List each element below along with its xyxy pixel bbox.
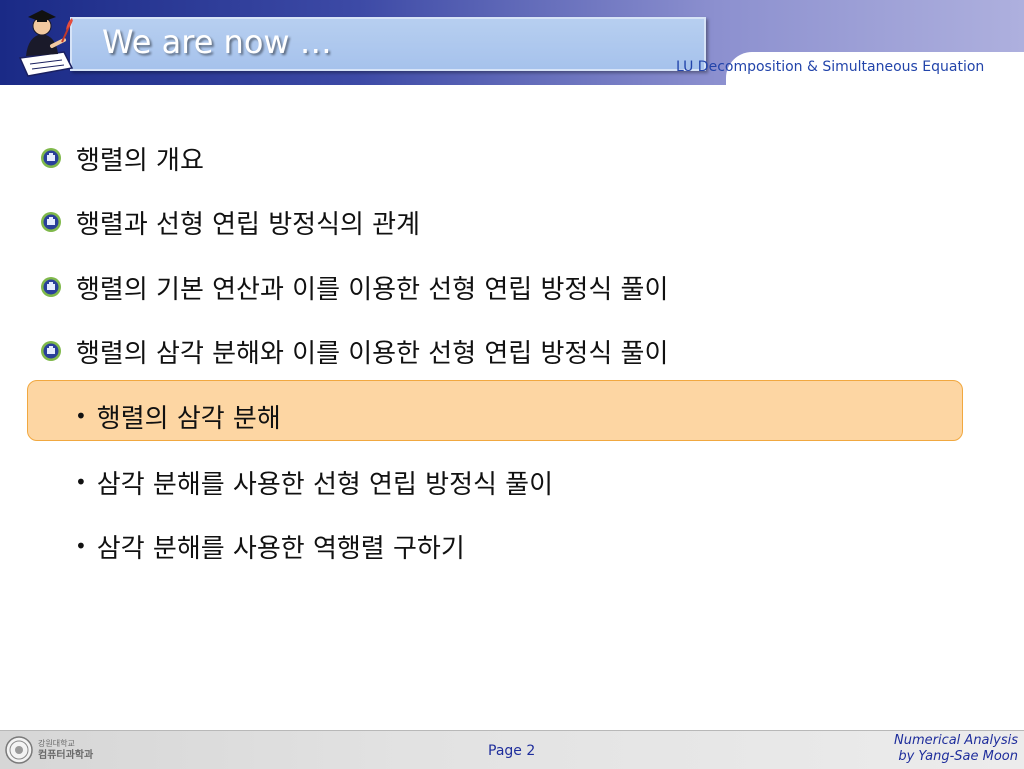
list-item: 행렬과 선형 연립 방정식의 관계 — [40, 202, 420, 242]
bullet-dot: • — [75, 470, 87, 494]
university-logo: 강원대학교 컴퓨터과학과 — [4, 733, 100, 766]
list-item-text: 행렬의 개요 — [76, 145, 204, 176]
course-credit: Numerical Analysis by Yang-Sae Moon — [894, 733, 1018, 765]
bullet-dot: • — [75, 404, 87, 428]
slide-title: We are now … — [102, 23, 332, 61]
list-item: 행렬의 삼각 분해와 이를 이용한 선형 연립 방정식 풀이 — [40, 331, 668, 371]
sub-list-item-text: 삼각 분해를 사용한 선형 연립 방정식 풀이 — [96, 469, 554, 500]
emblem-bullet-icon — [41, 341, 61, 361]
logo-text-university: 강원대학교 — [38, 738, 75, 748]
sub-list-item: • 삼각 분해를 사용한 역행렬 구하기 — [75, 526, 465, 566]
sub-list-item: • 삼각 분해를 사용한 선형 연립 방정식 풀이 — [75, 462, 553, 502]
slide-subtitle: LU Decomposition & Simultaneous Equation — [676, 59, 985, 75]
university-seal-icon — [5, 735, 33, 764]
emblem-bullet-icon — [41, 277, 61, 297]
emblem-bullet-icon — [41, 212, 61, 232]
sub-list-item-text: 행렬의 삼각 분해 — [96, 403, 281, 434]
logo-text-department: 컴퓨터과학과 — [38, 749, 94, 761]
page-number: Page 2 — [488, 743, 536, 759]
scholar-clipart-icon — [18, 10, 74, 77]
list-item-text: 행렬의 삼각 분해와 이를 이용한 선형 연립 방정식 풀이 — [76, 338, 669, 369]
list-item: 행렬의 기본 연산과 이를 이용한 선형 연립 방정식 풀이 — [40, 267, 668, 307]
list-item-text: 행렬과 선형 연립 방정식의 관계 — [76, 209, 421, 240]
emblem-bullet-icon — [41, 148, 61, 168]
bullet-dot: • — [75, 534, 87, 558]
sub-list-item-text: 삼각 분해를 사용한 역행렬 구하기 — [96, 533, 465, 564]
list-item-text: 행렬의 기본 연산과 이를 이용한 선형 연립 방정식 풀이 — [76, 274, 669, 305]
sub-list-item-highlighted: • 행렬의 삼각 분해 — [75, 396, 281, 436]
credit-course: Numerical Analysis — [893, 733, 1018, 748]
list-item: 행렬의 개요 — [40, 138, 204, 178]
credit-author: by Yang-Sae Moon — [898, 749, 1018, 764]
